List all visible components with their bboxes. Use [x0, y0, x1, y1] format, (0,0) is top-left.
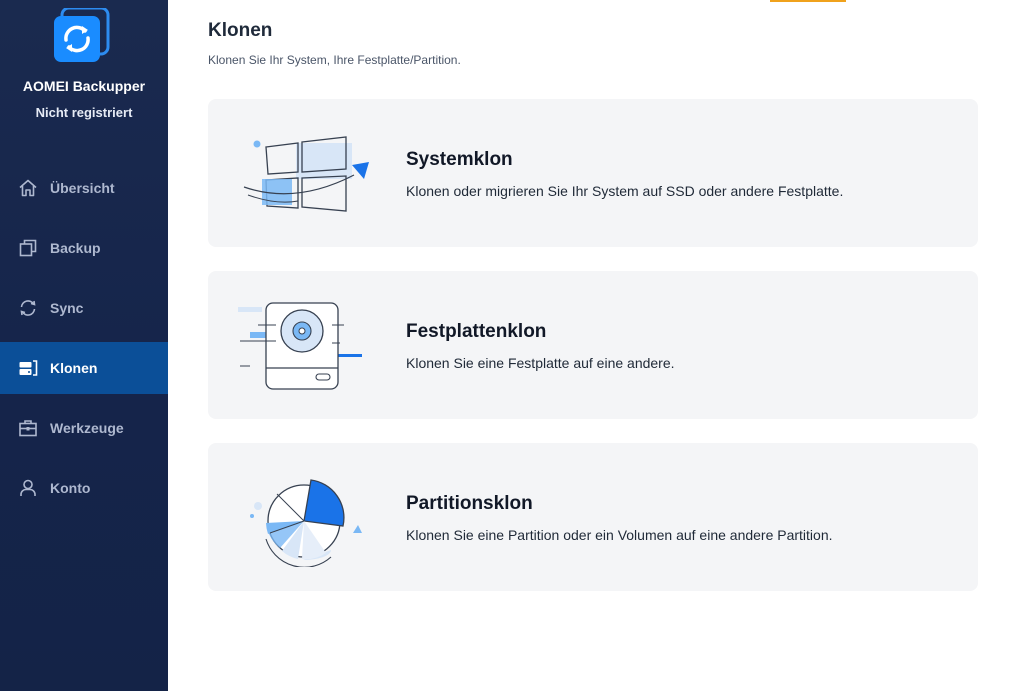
- sidebar-item-werkzeuge[interactable]: Werkzeuge: [0, 402, 168, 454]
- sidebar-item-label: Übersicht: [50, 180, 115, 196]
- card-title: Partitionsklon: [406, 493, 533, 514]
- toolbox-icon: [19, 420, 37, 437]
- sidebar-item-konto[interactable]: Konto: [0, 462, 168, 514]
- sidebar-item-uebersicht[interactable]: Übersicht: [0, 162, 168, 214]
- partition-clone-illustration-icon: [250, 479, 362, 567]
- system-clone-card[interactable]: Systemklon Klonen oder migrieren Sie Ihr…: [208, 99, 978, 247]
- disk-clone-illustration-icon: [238, 302, 362, 390]
- system-clone-illustration-icon: [243, 136, 369, 212]
- card-title: Festplattenklon: [406, 321, 547, 342]
- sidebar-item-label: Konto: [50, 480, 91, 496]
- home-icon: [19, 179, 37, 197]
- sidebar-item-label: Werkzeuge: [50, 420, 124, 436]
- app-logo-icon: [54, 8, 110, 62]
- sidebar-item-label: Klonen: [50, 360, 98, 376]
- card-title: Systemklon: [406, 149, 513, 170]
- sidebar-item-label: Backup: [50, 240, 101, 256]
- sidebar-item-sync[interactable]: Sync: [0, 282, 168, 334]
- page-title: Klonen: [208, 20, 273, 41]
- sync-icon: [20, 300, 36, 316]
- clone-icon: [19, 360, 38, 376]
- registration-status: Nicht registriert: [35, 105, 133, 120]
- sidebar-item-label: Sync: [50, 300, 84, 316]
- partition-clone-card[interactable]: Partitionsklon Klonen Sie eine Partition…: [208, 443, 978, 591]
- user-icon: [20, 479, 36, 496]
- card-description: Klonen Sie eine Partition oder ein Volum…: [406, 527, 833, 543]
- sidebar: AOMEI Backupper Nicht registriert Übersi…: [0, 0, 168, 691]
- card-description: Klonen Sie eine Festplatte auf eine ande…: [406, 355, 675, 371]
- disk-clone-card[interactable]: Festplattenklon Klonen Sie eine Festplat…: [208, 271, 978, 419]
- sidebar-item-klonen[interactable]: Klonen: [0, 342, 168, 394]
- page-subtitle: Klonen Sie Ihr System, Ihre Festplatte/P…: [208, 53, 461, 67]
- app-name: AOMEI Backupper: [22, 78, 146, 94]
- backup-icon: [19, 239, 37, 257]
- card-description: Klonen oder migrieren Sie Ihr System auf…: [406, 183, 844, 199]
- sidebar-item-backup[interactable]: Backup: [0, 222, 168, 274]
- top-accent-bar: [770, 0, 846, 2]
